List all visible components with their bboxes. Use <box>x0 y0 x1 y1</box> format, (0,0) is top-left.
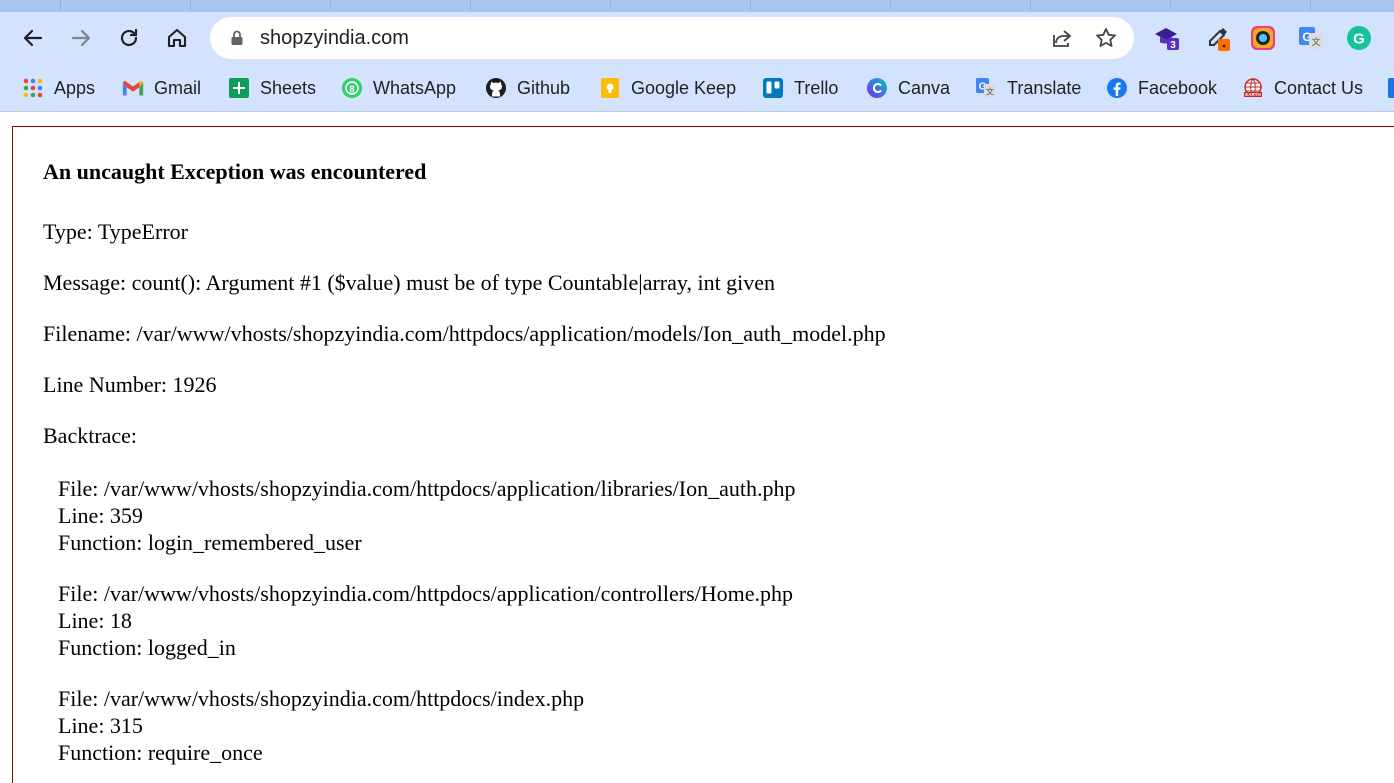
bookmark-label: Contact Us <box>1274 77 1364 98</box>
tab-separator <box>1030 0 1031 10</box>
bookmark-translate[interactable]: G文 Translate <box>975 74 1081 102</box>
svg-text:文: 文 <box>1311 36 1320 48</box>
home-button[interactable] <box>159 20 195 56</box>
back-arrow-icon <box>23 29 43 47</box>
bookmark-label: Google Keep <box>631 77 737 98</box>
reload-button[interactable] <box>111 20 147 56</box>
backtrace-entry: File: /var/www/vhosts/shopzyindia.com/ht… <box>58 475 796 556</box>
tab-strip <box>0 0 1394 12</box>
bookmark-label: Facebook <box>1138 77 1218 98</box>
bookmark-canva[interactable]: Canva <box>866 74 950 102</box>
tab-separator <box>60 0 61 10</box>
canva-icon <box>866 77 888 99</box>
tab-separator <box>890 0 891 10</box>
tab-separator <box>610 0 611 10</box>
whatsapp-icon: 8 <box>341 77 363 99</box>
backtrace-label: Backtrace: <box>43 423 138 448</box>
extension-badge: 3 <box>1170 40 1176 51</box>
tab-separator <box>750 0 751 10</box>
bookmark-label: Canva <box>898 77 951 98</box>
screen-recorder-extension-icon[interactable] <box>1249 24 1277 52</box>
bookmark-label: Translate <box>1007 77 1082 98</box>
error-heading: An uncaught Exception was encountered <box>43 159 427 184</box>
backtrace-line: Line: 18 <box>58 608 132 633</box>
lock-icon[interactable] <box>228 29 246 47</box>
translate-icon: G文 <box>975 77 997 99</box>
graduation-cap-extension-icon[interactable]: 3 <box>1153 24 1181 52</box>
bookmark-label: Apps <box>54 77 96 98</box>
grammarly-extension-icon[interactable]: G <box>1345 24 1373 52</box>
bookmark-whatsapp[interactable]: 8 WhatsApp <box>341 74 456 102</box>
backtrace-file: File: /var/www/vhosts/shopzyindia.com/ht… <box>58 686 585 711</box>
forward-arrow-icon <box>71 29 91 47</box>
bookmark-label: Github <box>517 77 571 98</box>
bookmark-overflow-icon[interactable] <box>1388 78 1394 98</box>
bookmark-label: Gmail <box>154 77 202 98</box>
svg-text:G: G <box>1353 31 1365 48</box>
error-message: Message: count(): Argument #1 ($value) m… <box>43 270 776 295</box>
error-panel: An uncaught Exception was encountered Ty… <box>12 126 1394 783</box>
reload-icon <box>120 28 138 47</box>
backtrace-function: Function: logged_in <box>58 635 236 660</box>
error-line-number: Line Number: 1926 <box>43 372 217 397</box>
tab-separator <box>470 0 471 10</box>
bookmark-label: Trello <box>794 77 839 98</box>
address-bar[interactable]: shopzyindia.com <box>210 17 1134 59</box>
bookmark-sheets[interactable]: Sheets <box>228 74 316 102</box>
svg-text:EARTH: EARTH <box>1245 92 1261 97</box>
back-button[interactable] <box>15 20 51 56</box>
url-text[interactable]: shopzyindia.com <box>260 26 409 50</box>
bookmark-star-icon[interactable] <box>1094 26 1118 50</box>
apps-grid-icon <box>22 77 44 99</box>
bookmark-trello[interactable]: Trello <box>762 74 838 102</box>
earth-icon: EARTH <box>1242 77 1264 99</box>
github-icon <box>485 77 507 99</box>
tab-separator <box>1310 0 1311 10</box>
bookmark-contact-us[interactable]: EARTH Contact Us <box>1242 74 1363 102</box>
tab-separator <box>330 0 331 10</box>
trello-icon <box>762 77 784 99</box>
home-icon <box>167 28 187 48</box>
tab-separator <box>190 0 191 10</box>
bookmark-apps[interactable]: Apps <box>22 74 95 102</box>
tab-separator <box>1170 0 1171 10</box>
facebook-icon <box>1106 77 1128 99</box>
backtrace-function: Function: login_remembered_user <box>58 530 362 555</box>
backtrace-line: Line: 359 <box>58 503 143 528</box>
backtrace-file: File: /var/www/vhosts/shopzyindia.com/ht… <box>58 581 794 606</box>
browser-toolbar: shopzyindia.com 3 G文 G <box>0 12 1394 66</box>
bookmark-google-keep[interactable]: Google Keep <box>599 74 736 102</box>
bookmarks-bar: Apps Gmail Sheets 8 WhatsApp Github Goog… <box>0 66 1394 112</box>
bookmark-facebook[interactable]: Facebook <box>1106 74 1217 102</box>
google-translate-extension-icon[interactable]: G文 <box>1297 24 1325 52</box>
backtrace-function: Function: require_once <box>58 740 263 765</box>
forward-button[interactable] <box>63 20 99 56</box>
svg-text:8: 8 <box>349 84 354 94</box>
backtrace-entry: File: /var/www/vhosts/shopzyindia.com/ht… <box>58 580 793 661</box>
error-filename: Filename: /var/www/vhosts/shopzyindia.co… <box>43 321 886 346</box>
bookmark-label: Sheets <box>260 77 317 98</box>
eyedropper-extension-icon[interactable] <box>1203 24 1231 52</box>
share-icon[interactable] <box>1050 26 1074 50</box>
backtrace-line: Line: 315 <box>58 713 143 738</box>
google-keep-icon <box>599 77 621 99</box>
svg-text:文: 文 <box>986 87 994 97</box>
sheets-icon <box>228 77 250 99</box>
bookmark-label: WhatsApp <box>373 77 457 98</box>
bookmark-gmail[interactable]: Gmail <box>122 74 201 102</box>
error-type: Type: TypeError <box>43 219 188 244</box>
backtrace-file: File: /var/www/vhosts/shopzyindia.com/ht… <box>58 476 796 501</box>
bookmark-github[interactable]: Github <box>485 74 570 102</box>
gmail-icon <box>122 77 144 99</box>
backtrace-entry: File: /var/www/vhosts/shopzyindia.com/ht… <box>58 685 584 766</box>
